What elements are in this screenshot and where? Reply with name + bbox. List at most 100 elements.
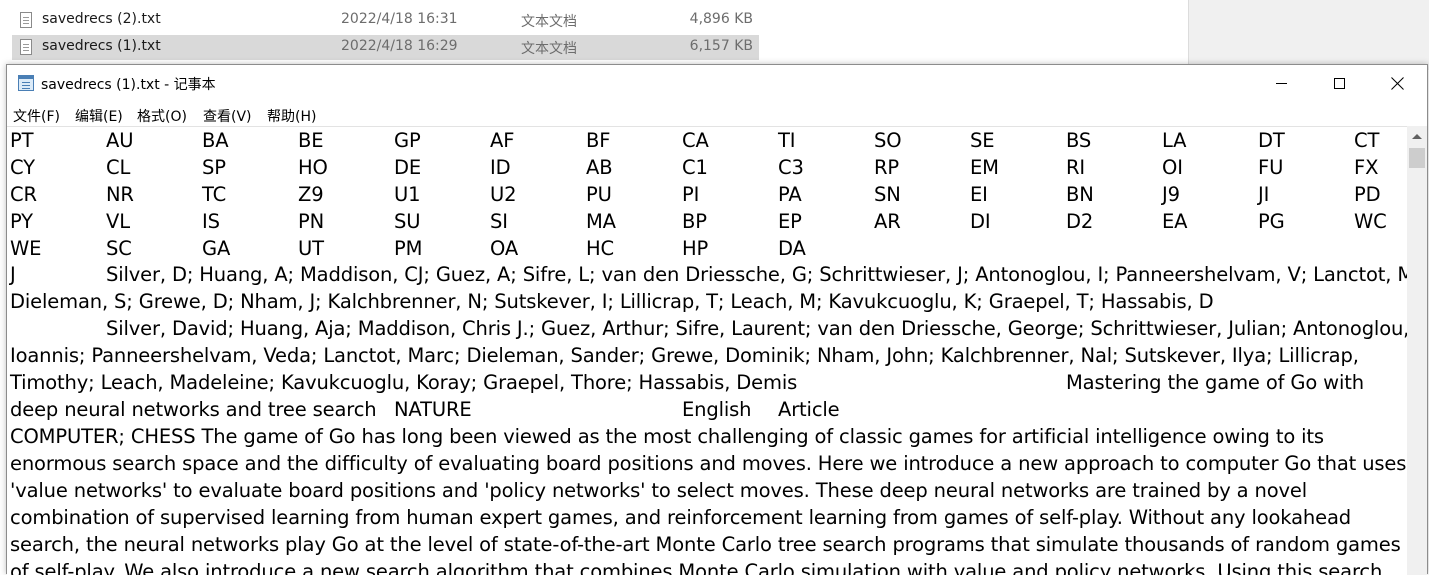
text-line: COMPUTER; CHESS The game of Go has long … [10, 425, 1324, 448]
field-tag: Z9 [298, 183, 324, 206]
text-line: search, the neural networks play Go at t… [10, 533, 1401, 556]
field-tag: TC [202, 183, 227, 206]
field-tag: VL [106, 210, 130, 233]
menu-bar: 文件(F) 编辑(E) 格式(O) 查看(V) 帮助(H) [7, 102, 1427, 126]
field-tag: SP [202, 156, 226, 179]
field-tag: WC [1354, 210, 1387, 233]
field-tag: RI [1066, 156, 1086, 179]
field-tag: GP [394, 129, 421, 152]
field-tag: BS [1066, 129, 1092, 152]
field-tag: PU [586, 183, 612, 206]
field-tag: IS [202, 210, 220, 233]
file-size: 6,157 KB [689, 38, 753, 54]
field-tag: C1 [682, 156, 708, 179]
field-tag: U2 [490, 183, 517, 206]
field-tag: PA [778, 183, 802, 206]
field-tag: SE [970, 129, 995, 152]
menu-view[interactable]: 查看(V) [203, 106, 252, 126]
field-tag: NR [106, 183, 134, 206]
file-type: 文本文档 [521, 14, 577, 30]
file-size: 4,896 KB [689, 11, 753, 27]
text-file-icon [20, 12, 32, 28]
field-tag: DA [778, 237, 806, 260]
field-tag: PM [394, 237, 423, 260]
journal-name: NATURE [394, 398, 472, 421]
field-tag: ID [490, 156, 511, 179]
full-names-line: Silver, David; Huang, Aja; Maddison, Chr… [106, 317, 1407, 340]
field-tag: LA [1162, 129, 1187, 152]
language: English [682, 398, 752, 421]
text-editor[interactable]: PT AU BA BE GP AF BF CA TI SO SE BS LA DT CT CY CL SP HO DE… [7, 126, 1407, 575]
field-tag: CT [1354, 129, 1380, 152]
record-type: J [10, 263, 16, 286]
field-tag: FX [1354, 156, 1379, 179]
field-tag: CY [10, 156, 35, 179]
field-tag: BP [682, 210, 707, 233]
arrow-up-icon [1412, 133, 1422, 139]
field-tag: BN [1066, 183, 1094, 206]
field-tag: UT [298, 237, 324, 260]
field-tag: U1 [394, 183, 421, 206]
text-line: Ioannis; Panneershelvam, Veda; Lanctot, … [10, 344, 1359, 367]
field-tag: TI [778, 129, 796, 152]
menu-format[interactable]: 格式(O) [137, 106, 187, 126]
maximize-icon [1333, 77, 1345, 89]
minimize-button[interactable] [1252, 65, 1310, 101]
field-tag: CR [10, 183, 37, 206]
field-tag: HO [298, 156, 328, 179]
document-type: Article [778, 398, 840, 421]
window-title: savedrecs (1).txt - 记事本 [41, 77, 216, 93]
title-bar[interactable]: savedrecs (1).txt - 记事本 [7, 65, 1427, 101]
field-tag: DT [1258, 129, 1285, 152]
field-tag: HP [682, 237, 709, 260]
field-tag: DI [970, 210, 991, 233]
field-tag: OI [1162, 156, 1183, 179]
field-tag: AR [874, 210, 901, 233]
field-tag: EI [970, 183, 988, 206]
scroll-thumb[interactable] [1409, 148, 1425, 168]
field-tag: BF [586, 129, 611, 152]
text-line: combination of supervised learning from … [10, 506, 1351, 529]
maximize-button[interactable] [1310, 65, 1368, 101]
field-tag: PG [1258, 210, 1285, 233]
explorer-side-panel [1188, 0, 1429, 70]
close-icon [1391, 77, 1404, 90]
scroll-up-button[interactable] [1407, 126, 1427, 146]
field-tag: EM [970, 156, 999, 179]
field-tag: SU [394, 210, 421, 233]
field-tag: D2 [1066, 210, 1094, 233]
field-tag: RP [874, 156, 900, 179]
menu-file[interactable]: 文件(F) [13, 106, 60, 126]
field-tag: DE [394, 156, 422, 179]
notepad-icon [18, 75, 34, 91]
field-tag: PN [298, 210, 325, 233]
file-row-savedrecs-2[interactable]: savedrecs (2).txt 2022/4/18 16:31 文本文档 4… [12, 8, 759, 33]
menu-edit[interactable]: 编辑(E) [75, 106, 123, 126]
field-tag: AU [106, 129, 134, 152]
field-tag: MA [586, 210, 616, 233]
field-tag: SC [106, 237, 132, 260]
field-tag: FU [1258, 156, 1284, 179]
field-tag: PI [682, 183, 700, 206]
field-tag: BE [298, 129, 324, 152]
menu-help[interactable]: 帮助(H) [267, 106, 316, 126]
field-tag: EP [778, 210, 802, 233]
field-tag: AB [586, 156, 613, 179]
vertical-scrollbar[interactable] [1407, 126, 1427, 575]
file-row-savedrecs-1[interactable]: savedrecs (1).txt 2022/4/18 16:29 文本文档 6… [12, 35, 759, 60]
minimize-icon [1275, 82, 1287, 84]
file-type: 文本文档 [521, 41, 577, 57]
close-button[interactable] [1368, 65, 1426, 101]
field-tag: AF [490, 129, 515, 152]
field-tag: CL [106, 156, 131, 179]
field-tag: EA [1162, 210, 1188, 233]
field-tag: SO [874, 129, 902, 152]
field-tag: J9 [1162, 183, 1180, 206]
field-tag: WE [10, 237, 42, 260]
field-tag: GA [202, 237, 231, 260]
field-tag: CA [682, 129, 709, 152]
text-line: of self-play. We also introduce a new se… [10, 560, 1383, 575]
article-title: Mastering the game of Go with [1066, 371, 1364, 394]
field-tag: OA [490, 237, 519, 260]
authors-line: Silver, D; Huang, A; Maddison, CJ; Guez,… [106, 263, 1407, 286]
